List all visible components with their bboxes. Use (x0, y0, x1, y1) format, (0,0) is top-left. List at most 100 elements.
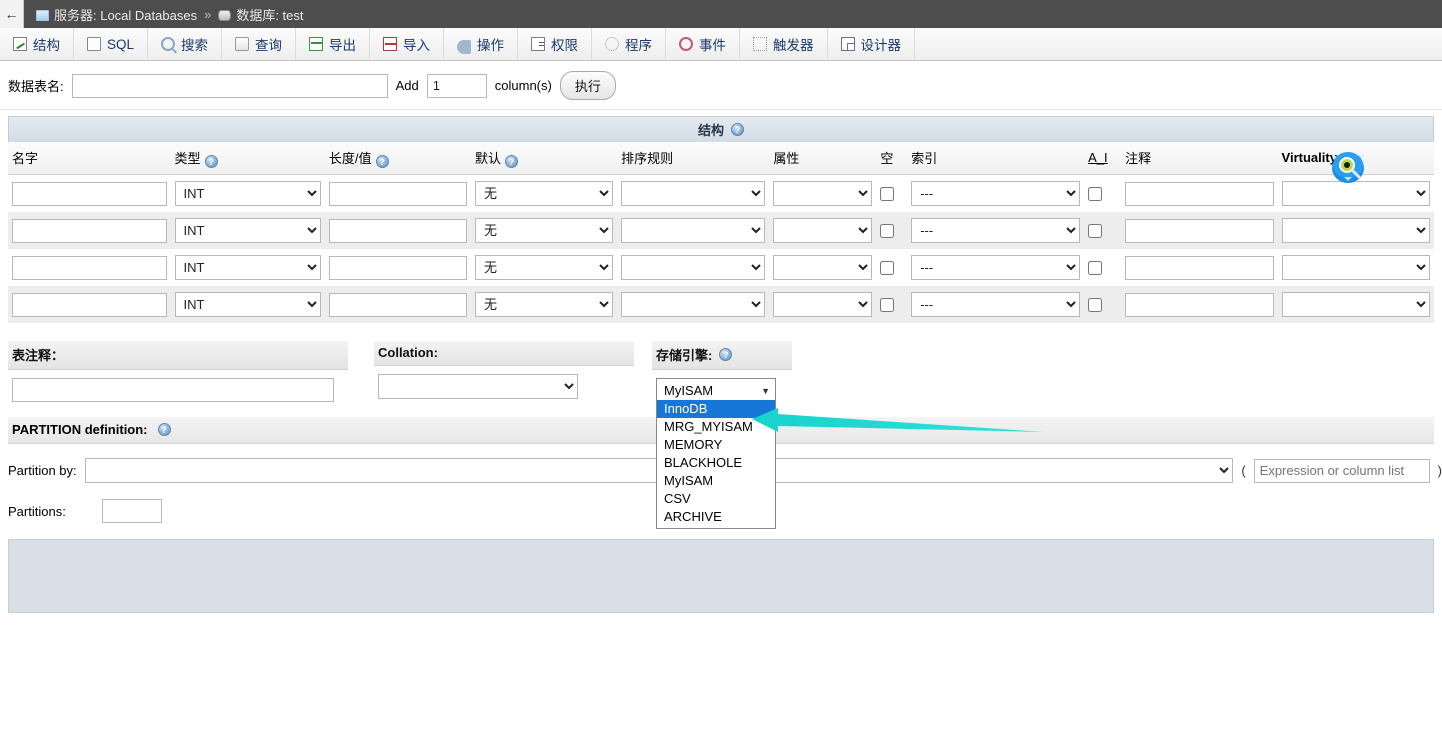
column-length-input[interactable] (328, 255, 467, 280)
column-comment-input[interactable] (1125, 292, 1274, 317)
column-attributes-select[interactable] (773, 181, 873, 206)
back-button[interactable]: ← (0, 0, 24, 28)
help-icon[interactable]: ? (731, 123, 744, 136)
cell-ai (1084, 286, 1122, 323)
cell-length (324, 249, 471, 286)
tab-designer[interactable]: 设计器 (828, 28, 916, 60)
help-icon[interactable]: ? (504, 155, 518, 168)
column-null-checkbox[interactable] (880, 224, 895, 239)
column-definition-table: 名字 类型? 长度/值? 默认? 排序规则 属性 空 索引 A_I 注释 Vir… (8, 142, 1434, 323)
column-name-input[interactable] (12, 255, 167, 280)
column-collation-select[interactable] (621, 255, 766, 280)
column-type-select[interactable]: INT (174, 292, 321, 317)
column-default-select[interactable]: 无 (474, 181, 614, 206)
tab-query[interactable]: 查询 (222, 28, 297, 60)
column-comment-input[interactable] (1125, 255, 1274, 280)
column-type-select[interactable]: INT (174, 218, 321, 243)
column-name-input[interactable] (12, 181, 167, 206)
search-mascot-icon[interactable] (1326, 144, 1370, 188)
column-index-select[interactable]: --- (911, 181, 1081, 206)
column-name-input[interactable] (12, 292, 167, 317)
engine-option-myisam[interactable]: MyISAM (657, 472, 775, 490)
open-paren: ( (1241, 463, 1246, 478)
storage-engine-dropdown[interactable]: InnoDB MRG_MYISAM MEMORY BLACKHOLE MyISA… (656, 399, 776, 529)
column-default-select[interactable]: 无 (474, 292, 614, 317)
column-ai-checkbox[interactable] (1088, 187, 1103, 202)
tab-routines[interactable]: 程序 (592, 28, 667, 60)
table-comment-input[interactable] (12, 378, 334, 402)
engine-option-archive[interactable]: ARCHIVE (657, 508, 775, 526)
column-attributes-select[interactable] (773, 255, 873, 280)
column-virtuality-select[interactable] (1281, 292, 1430, 317)
tab-import[interactable]: 导入 (370, 28, 445, 60)
column-type-select[interactable]: INT (174, 181, 321, 206)
column-index-select[interactable]: --- (911, 292, 1081, 317)
help-icon[interactable]: ? (375, 155, 389, 168)
header-label: A_I (1088, 150, 1108, 165)
storage-engine-header: 存储引擎: ? (652, 341, 792, 370)
partitions-count-input[interactable] (102, 499, 162, 523)
column-count-input[interactable] (426, 73, 487, 98)
column-length-input[interactable] (328, 292, 467, 317)
column-length-input[interactable] (328, 218, 467, 243)
column-index-select[interactable]: --- (911, 218, 1081, 243)
column-default-select[interactable]: 无 (474, 255, 614, 280)
column-virtuality-select[interactable] (1281, 218, 1430, 243)
column-index-select[interactable]: --- (911, 255, 1081, 280)
column-attributes-select[interactable] (773, 292, 873, 317)
help-icon[interactable]: ? (719, 348, 733, 361)
tab-triggers[interactable]: 触发器 (740, 28, 828, 60)
tab-sql[interactable]: SQL (74, 28, 149, 60)
tab-structure[interactable]: 结构 (0, 28, 74, 60)
tab-privileges[interactable]: 权限 (518, 28, 593, 60)
breadcrumb-database[interactable]: 数据库: test (236, 5, 303, 24)
column-collation-select[interactable] (621, 218, 766, 243)
engine-option-mrg-myisam[interactable]: MRG_MYISAM (657, 418, 775, 436)
help-icon[interactable]: ? (204, 155, 218, 168)
column-collation-select[interactable] (621, 181, 766, 206)
cell-virtuality (1277, 212, 1434, 249)
column-comment-input[interactable] (1125, 181, 1274, 206)
cell-comment (1121, 249, 1278, 286)
column-ai-checkbox[interactable] (1088, 298, 1103, 313)
tab-search[interactable]: 搜索 (148, 28, 223, 60)
column-ai-checkbox[interactable] (1088, 261, 1103, 276)
column-comment-input[interactable] (1125, 218, 1274, 243)
column-name-input[interactable] (12, 218, 167, 243)
column-attributes-select[interactable] (773, 218, 873, 243)
column-collation-select[interactable] (621, 292, 766, 317)
column-default-select[interactable]: 无 (474, 218, 614, 243)
collation-select[interactable] (378, 374, 578, 399)
column-virtuality-select[interactable] (1281, 255, 1430, 280)
engine-option-innodb[interactable]: InnoDB (657, 400, 775, 418)
collation-body (374, 366, 634, 399)
cell-collation (617, 174, 770, 212)
tab-label: 程序 (625, 38, 653, 53)
tab-operations[interactable]: 操作 (444, 28, 519, 60)
column-ai-checkbox[interactable] (1088, 224, 1103, 239)
designer-icon (840, 37, 855, 51)
cell-type: INT (170, 174, 325, 212)
privileges-icon (531, 37, 546, 51)
help-icon[interactable]: ? (157, 423, 171, 436)
column-null-checkbox[interactable] (880, 261, 895, 276)
engine-option-csv[interactable]: CSV (657, 490, 775, 508)
table-row: INT 无 --- (8, 249, 1434, 286)
table-comment-label: 表注释： (12, 348, 65, 363)
table-name-input[interactable] (71, 73, 388, 98)
tab-events[interactable]: 事件 (666, 28, 741, 60)
column-type-select[interactable]: INT (174, 255, 321, 280)
partition-expression-input[interactable] (1253, 458, 1430, 483)
table-row: INT 无 --- (8, 174, 1434, 212)
engine-option-memory[interactable]: MEMORY (657, 436, 775, 454)
breadcrumb-server[interactable]: 服务器: Local Databases (54, 5, 197, 24)
go-button[interactable]: 执行 (559, 71, 616, 100)
breadcrumb-separator: » (204, 6, 212, 22)
column-length-input[interactable] (328, 181, 467, 206)
column-rows: INT 无 --- INT 无 --- INT 无 --- INT 无 --- (8, 174, 1434, 323)
triggers-icon (753, 37, 768, 51)
engine-option-blackhole[interactable]: BLACKHOLE (657, 454, 775, 472)
column-null-checkbox[interactable] (880, 187, 895, 202)
column-null-checkbox[interactable] (880, 298, 895, 313)
tab-export[interactable]: 导出 (296, 28, 371, 60)
